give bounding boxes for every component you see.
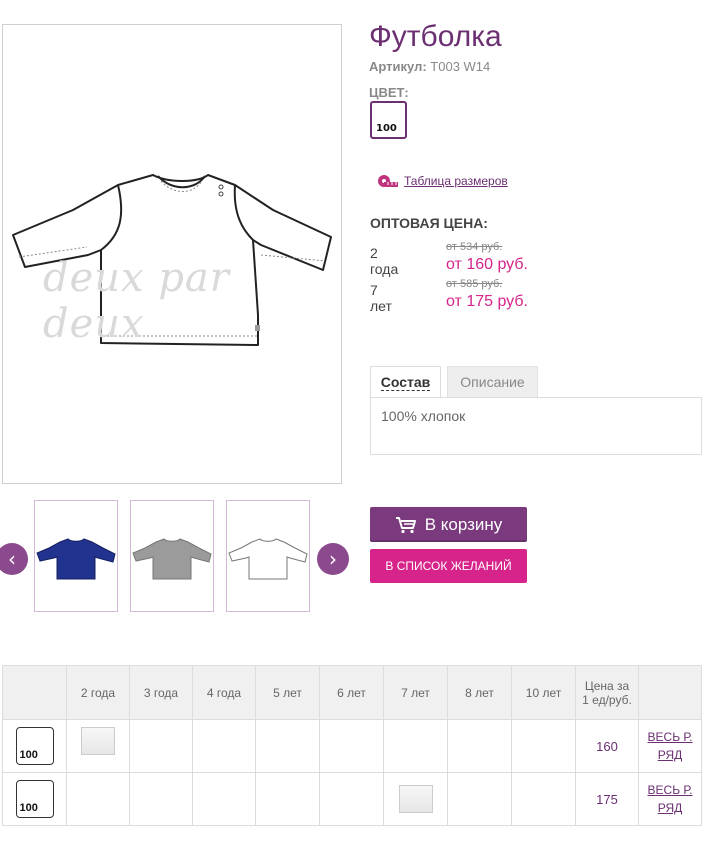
color-code: 100 bbox=[376, 123, 397, 134]
qty-cell bbox=[319, 719, 384, 773]
row-color-swatch: 100 bbox=[15, 780, 54, 818]
main-product-image[interactable]: deux par deux bbox=[2, 24, 342, 484]
qty-cell bbox=[129, 719, 193, 773]
qty-cell bbox=[192, 772, 256, 826]
carousel-next-button[interactable]: › bbox=[317, 543, 349, 575]
tshirt-thumb-navy bbox=[36, 538, 116, 580]
tshirt-thumb-grey bbox=[132, 538, 212, 580]
color-label: ЦВЕТ: bbox=[369, 85, 409, 100]
qty-cell bbox=[255, 772, 320, 826]
price-age: 2 года bbox=[370, 245, 399, 277]
thumbnail-grey[interactable] bbox=[130, 500, 214, 612]
tab-composition[interactable]: Состав bbox=[370, 366, 441, 398]
old-price: от 534 руб. bbox=[446, 241, 503, 253]
row-link-cell: ВЕСЬ Р. РЯД bbox=[638, 719, 702, 773]
color-swatch-selected[interactable]: 100 bbox=[370, 101, 407, 139]
table-row: 100 175 ВЕСЬ Р. РЯД bbox=[2, 772, 702, 826]
header-size: 10 лет bbox=[511, 665, 576, 720]
article-label: Артикул: bbox=[369, 59, 427, 74]
header-link bbox=[638, 665, 702, 720]
header-size: 8 лет bbox=[447, 665, 512, 720]
row-link-cell: ВЕСЬ Р. РЯД bbox=[638, 772, 702, 826]
chevron-right-icon: › bbox=[329, 547, 337, 571]
row-price: 175 bbox=[575, 772, 639, 826]
qty-cell bbox=[383, 719, 448, 773]
old-price: от 585 руб. bbox=[446, 278, 503, 290]
all-sizes-link[interactable]: ВЕСЬ Р. РЯД bbox=[648, 730, 693, 762]
article-line: Артикул: T003 W14 bbox=[369, 59, 490, 74]
tab-composition-label: Состав bbox=[380, 374, 431, 391]
qty-cell bbox=[192, 719, 256, 773]
row-color-code: 100 bbox=[19, 802, 38, 814]
tshirt-thumb-white bbox=[228, 538, 308, 580]
header-size: 7 лет bbox=[383, 665, 448, 720]
new-price: от 160 руб. bbox=[446, 256, 528, 273]
qty-cell bbox=[66, 772, 130, 826]
product-title: Футболка bbox=[369, 20, 502, 53]
qty-cell bbox=[511, 772, 576, 826]
header-price: Цена за 1 ед/руб. bbox=[575, 665, 639, 720]
header-size: 3 года bbox=[129, 665, 193, 720]
qty-cell bbox=[129, 772, 193, 826]
add-to-cart-label: В корзину bbox=[424, 514, 503, 534]
thumbnail-navy[interactable] bbox=[34, 500, 118, 612]
tab-description-label: Описание bbox=[460, 374, 525, 390]
qty-cell bbox=[447, 719, 512, 773]
qty-cell bbox=[511, 719, 576, 773]
add-to-cart-button[interactable]: В корзину bbox=[370, 507, 527, 542]
size-table-label: Таблица размеров bbox=[404, 174, 508, 188]
header-color bbox=[2, 665, 67, 720]
cart-icon bbox=[395, 516, 416, 533]
qty-cell bbox=[447, 772, 512, 826]
tab-panel-content: 100% хлопок bbox=[370, 397, 702, 455]
order-table: 2 года 3 года 4 года 5 лет 6 лет 7 лет 8… bbox=[2, 665, 702, 826]
new-price: от 175 руб. bbox=[446, 293, 528, 310]
row-color-swatch: 100 bbox=[15, 727, 54, 765]
qty-cell bbox=[66, 719, 130, 773]
row-price: 160 bbox=[575, 719, 639, 773]
qty-cell bbox=[319, 772, 384, 826]
thumbnail-white[interactable] bbox=[226, 500, 310, 612]
row-color-code: 100 bbox=[19, 749, 38, 761]
wishlist-button[interactable]: В СПИСОК ЖЕЛАНИЙ bbox=[370, 549, 527, 583]
size-table-link[interactable]: Таблица размеров bbox=[378, 174, 508, 188]
header-size: 4 года bbox=[192, 665, 256, 720]
quantity-input[interactable] bbox=[81, 726, 115, 755]
qty-cell bbox=[383, 772, 448, 826]
carousel-prev-button[interactable]: ‹ bbox=[0, 543, 28, 575]
tab-description[interactable]: Описание bbox=[447, 366, 538, 398]
brand-watermark: deux par deux bbox=[43, 255, 230, 347]
table-header-row: 2 года 3 года 4 года 5 лет 6 лет 7 лет 8… bbox=[2, 665, 702, 720]
header-size: 2 года bbox=[66, 665, 130, 720]
chevron-left-icon: ‹ bbox=[8, 547, 16, 571]
row-color-cell: 100 bbox=[2, 719, 67, 773]
header-size: 5 лет bbox=[255, 665, 320, 720]
wholesale-label: ОПТОВАЯ ЦЕНА: bbox=[370, 215, 488, 231]
article-value: T003 W14 bbox=[430, 59, 491, 74]
measuring-tape-icon bbox=[378, 175, 398, 187]
quantity-input[interactable] bbox=[398, 785, 433, 813]
all-sizes-link[interactable]: ВЕСЬ Р. РЯД bbox=[648, 783, 693, 815]
row-color-cell: 100 bbox=[2, 772, 67, 826]
table-row: 100 160 ВЕСЬ Р. РЯД bbox=[2, 719, 702, 773]
wishlist-label: В СПИСОК ЖЕЛАНИЙ bbox=[385, 559, 512, 573]
qty-cell bbox=[255, 719, 320, 773]
header-size: 6 лет bbox=[319, 665, 384, 720]
price-age: 7 лет bbox=[370, 282, 392, 314]
